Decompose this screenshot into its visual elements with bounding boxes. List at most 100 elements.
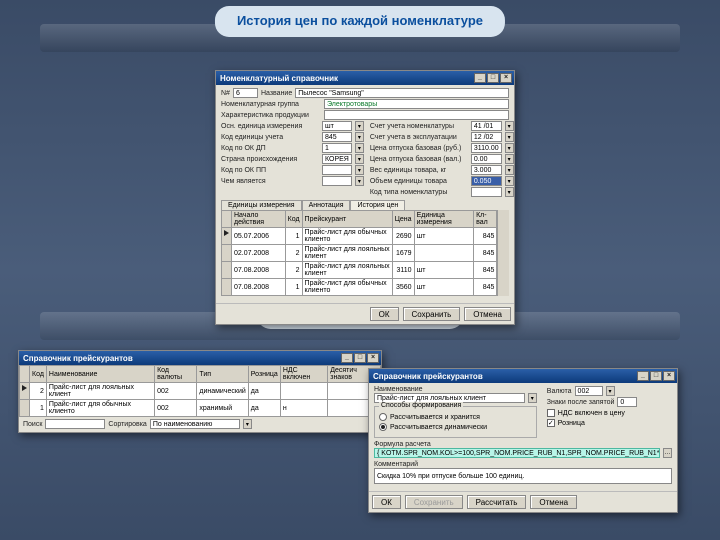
col-header[interactable]: Кл-вал: [474, 211, 497, 228]
chevron-down-icon[interactable]: ▾: [355, 132, 364, 142]
formula-picker-icon[interactable]: …: [663, 448, 672, 458]
col-header[interactable]: Наименование: [46, 366, 154, 383]
field-value[interactable]: 3110.00: [471, 143, 502, 153]
chevron-down-icon[interactable]: ▾: [355, 143, 364, 153]
col-header[interactable]: Начало действия: [232, 211, 286, 228]
way-dynamic[interactable]: Рассчитывается динамически: [379, 423, 532, 431]
title-edit: Справочник прейскурантов: [373, 372, 483, 381]
chevron-down-icon[interactable]: ▾: [505, 176, 514, 186]
way-stored[interactable]: Рассчитывается и хранится: [379, 413, 532, 421]
edit-name-label: Наименование: [374, 386, 537, 393]
retail-check[interactable]: ✓Розница: [547, 419, 672, 427]
title-preis: Справочник прейскурантов: [23, 354, 133, 363]
titlebar-edit[interactable]: Справочник прейскурантов _ □ ×: [369, 369, 677, 383]
col-header[interactable]: НДС включен: [280, 366, 327, 383]
max-icon[interactable]: □: [354, 353, 366, 363]
field-label: Цена отпуска базовая (вал.): [370, 156, 468, 163]
ok-button[interactable]: ОК: [372, 495, 401, 509]
table-row[interactable]: 05.07.20061Прайс-лист для обычных клиент…: [222, 228, 497, 245]
max-icon[interactable]: □: [650, 371, 662, 381]
min-icon[interactable]: _: [637, 371, 649, 381]
formula-label: Формула расчета: [374, 441, 672, 448]
history-table[interactable]: Начало действияКодПрейскурантЦенаЕдиница…: [221, 210, 497, 296]
sort-select[interactable]: По наименованию: [150, 419, 240, 429]
field-value[interactable]: 41 /01: [471, 121, 502, 131]
search-input[interactable]: [45, 419, 105, 429]
chevron-down-icon[interactable]: ▾: [355, 165, 364, 175]
close-icon[interactable]: ×: [663, 371, 675, 381]
field-value[interactable]: 0.00: [471, 154, 502, 164]
char-label: Характеристика продукции: [221, 112, 321, 119]
nn-label: N#: [221, 90, 230, 97]
table-row[interactable]: 07.08.20082Прайс-лист для лояльных клиен…: [222, 262, 497, 279]
cur-field[interactable]: 002: [575, 386, 603, 396]
nds-check[interactable]: НДС включен в цену: [547, 409, 672, 417]
field-label: Чем является: [221, 178, 319, 185]
group-field[interactable]: Электротовары: [324, 99, 509, 109]
field-value[interactable]: [471, 187, 502, 197]
titlebar-nom[interactable]: Номенклатурный справочник _ □ ×: [216, 71, 514, 85]
chevron-down-icon[interactable]: ▾: [505, 143, 514, 153]
tab-history[interactable]: История цен: [350, 200, 405, 210]
window-nomenclature: Номенклатурный справочник _ □ × N# 6 Наз…: [215, 70, 515, 325]
min-icon[interactable]: _: [341, 353, 353, 363]
save-button[interactable]: Сохранить: [403, 307, 461, 321]
max-icon[interactable]: □: [487, 73, 499, 83]
chevron-down-icon[interactable]: ▾: [505, 121, 514, 131]
field-value[interactable]: 1: [322, 143, 352, 153]
group-label: Номенклатурная группа: [221, 101, 321, 108]
tab-annot[interactable]: Аннотация: [302, 200, 351, 210]
ok-button[interactable]: ОК: [370, 307, 399, 321]
titlebar-preis[interactable]: Справочник прейскурантов _ □ ×: [19, 351, 381, 365]
dec-field[interactable]: 0: [617, 397, 637, 407]
field-value[interactable]: [322, 176, 352, 186]
formula-field[interactable]: { KOTM.SPR_NOM.KOL>=100,SPR_NOM.PRICE_RU…: [374, 448, 660, 458]
chevron-down-icon[interactable]: ▾: [355, 154, 364, 164]
col-header[interactable]: Код: [30, 366, 47, 383]
col-header[interactable]: Тип: [197, 366, 248, 383]
chevron-down-icon[interactable]: ▾: [505, 154, 514, 164]
field-value[interactable]: 845: [322, 132, 352, 142]
field-value[interactable]: шт: [322, 121, 352, 131]
chevron-down-icon[interactable]: ▾: [355, 121, 364, 131]
save-button[interactable]: Сохранить: [405, 495, 463, 509]
col-header[interactable]: Прейскурант: [302, 211, 392, 228]
chevron-down-icon[interactable]: ▾: [505, 165, 514, 175]
chevron-down-icon[interactable]: ▾: [528, 393, 537, 403]
table-row[interactable]: 1Прайс-лист для обычных клиенто002храним…: [20, 400, 381, 417]
calc-button[interactable]: Рассчитать: [467, 495, 527, 509]
preis-table[interactable]: КодНаименованиеКод валютыТипРозницаНДС в…: [19, 365, 381, 417]
close-icon[interactable]: ×: [500, 73, 512, 83]
name-field[interactable]: Пылесос "Samsung": [295, 88, 509, 98]
chevron-down-icon[interactable]: ▾: [505, 187, 514, 197]
min-icon[interactable]: _: [474, 73, 486, 83]
col-header[interactable]: Цена: [392, 211, 414, 228]
field-value[interactable]: 12 /02: [471, 132, 502, 142]
field-value[interactable]: КОРЕЯ: [322, 154, 352, 164]
field-value[interactable]: [322, 165, 352, 175]
table-row[interactable]: 02.07.20082Прайс-лист для лояльных клиен…: [222, 245, 497, 262]
cancel-button[interactable]: Отмена: [464, 307, 511, 321]
char-field[interactable]: [324, 110, 509, 120]
field-value[interactable]: 0.050: [471, 176, 502, 186]
tab-units[interactable]: Единицы измерения: [221, 200, 302, 210]
chevron-down-icon[interactable]: ▾: [606, 386, 615, 396]
search-label: Поиск: [23, 421, 42, 428]
nn-field[interactable]: 6: [233, 88, 258, 98]
col-header[interactable]: Код валюты: [155, 366, 197, 383]
table-row[interactable]: 07.08.20081Прайс-лист для обычных клиент…: [222, 279, 497, 296]
table-row[interactable]: 2Прайс-лист для лояльных клиент002динами…: [20, 383, 381, 400]
dec-label: Знаки после запятой: [547, 399, 615, 406]
comment-field[interactable]: Скидка 10% при отпуске больше 100 единиц…: [374, 468, 672, 484]
chevron-down-icon[interactable]: ▾: [355, 176, 364, 186]
name-label: Название: [261, 90, 292, 97]
field-value[interactable]: 3.000: [471, 165, 502, 175]
chevron-down-icon[interactable]: ▾: [505, 132, 514, 142]
col-header[interactable]: Единица измерения: [414, 211, 473, 228]
cancel-button[interactable]: Отмена: [530, 495, 577, 509]
chevron-down-icon[interactable]: ▾: [243, 419, 252, 429]
close-icon[interactable]: ×: [367, 353, 379, 363]
scrollbar[interactable]: [497, 210, 509, 296]
col-header[interactable]: Код: [285, 211, 302, 228]
col-header[interactable]: Розница: [248, 366, 280, 383]
